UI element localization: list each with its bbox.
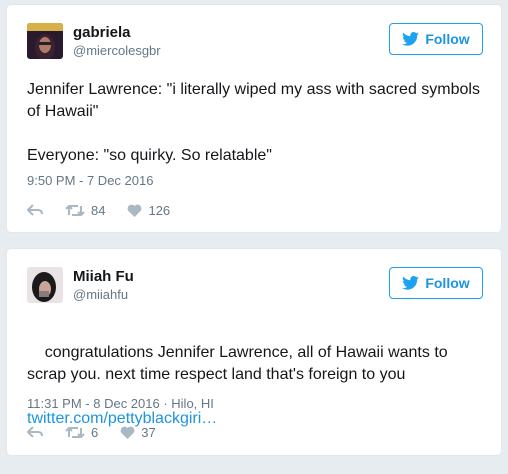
like-button[interactable]: 37 (120, 424, 156, 440)
follow-button[interactable]: Follow (389, 267, 483, 299)
display-name[interactable]: gabriela (73, 24, 131, 42)
avatar-image (27, 267, 63, 303)
user-handle[interactable]: @miercolesgbr (73, 43, 161, 59)
timestamp[interactable]: 9:50 PM - 7 Dec 2016 (27, 173, 153, 189)
avatar[interactable] (27, 267, 63, 303)
avatar-image (27, 23, 63, 59)
reply-icon (27, 426, 43, 438)
timestamp[interactable]: 11:31 PM - 8 Dec 2016 · Hilo, HI (27, 396, 214, 412)
follow-label: Follow (425, 31, 470, 47)
like-button[interactable]: 126 (127, 203, 170, 218)
like-count: 37 (141, 424, 156, 440)
retweet-icon (65, 426, 85, 438)
tweet-card[interactable]: Miiah Fu @miiahfu Follow congratulations… (6, 248, 502, 456)
reply-button[interactable] (27, 204, 43, 216)
reply-icon (27, 204, 43, 216)
reply-button[interactable] (27, 426, 43, 438)
retweet-button[interactable]: 84 (65, 203, 105, 218)
retweet-icon (65, 204, 85, 216)
retweet-button[interactable]: 6 (65, 425, 98, 440)
heart-icon (120, 426, 135, 439)
follow-button[interactable]: Follow (389, 23, 483, 55)
tweet-card[interactable]: gabriela @miercolesgbr Follow Jennifer L… (6, 4, 502, 233)
like-count: 126 (148, 202, 171, 218)
retweet-count: 6 (91, 424, 99, 440)
tweet-actions: 84 126 (27, 201, 192, 219)
display-name[interactable]: Miiah Fu (73, 268, 134, 286)
tweet-actions: 6 37 (27, 423, 178, 441)
twitter-bird-icon (402, 32, 420, 46)
user-handle[interactable]: @miiahfu (73, 287, 128, 303)
follow-label: Follow (425, 275, 470, 291)
retweet-count: 84 (91, 202, 106, 218)
tweet-body: congratulations Jennifer Lawrence, all o… (27, 344, 453, 383)
twitter-bird-icon (402, 276, 420, 290)
heart-icon (128, 204, 142, 217)
avatar[interactable] (27, 23, 63, 59)
tweet-text: Jennifer Lawrence: "i literally wiped my… (27, 81, 480, 164)
